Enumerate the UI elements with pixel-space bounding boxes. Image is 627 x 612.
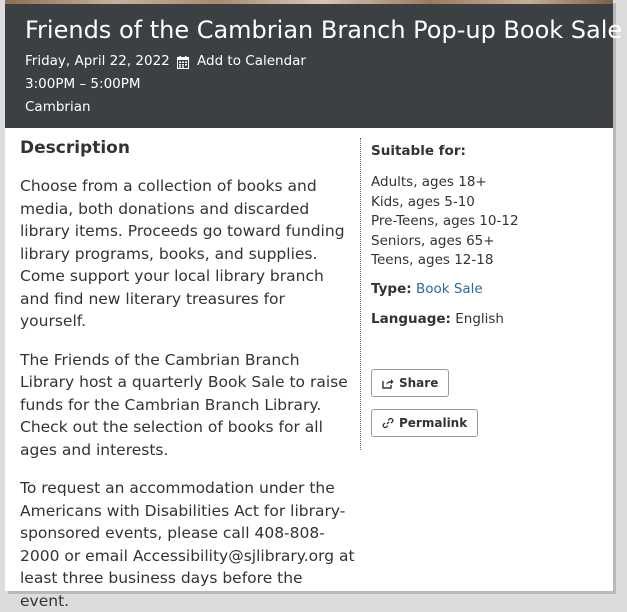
event-title: Friends of the Cambrian Branch Pop-up Bo… [25, 16, 623, 44]
add-to-calendar-link[interactable]: Add to Calendar [177, 51, 306, 71]
suitable-for-label: Suitable for: [371, 143, 466, 159]
share-button[interactable]: Share [371, 369, 450, 397]
event-date: Friday, April 22, 2022 [25, 53, 170, 69]
share-label: Share [399, 376, 439, 390]
audience-item: Kids, ages 5-10 [371, 193, 475, 210]
event-type: Type: Book Sale [371, 279, 601, 299]
description-section: Description Choose from a collection of … [20, 135, 355, 612]
description-heading: Description [20, 138, 130, 158]
event-location: Cambrian [25, 99, 91, 115]
link-icon [382, 417, 394, 429]
event-header: Friends of the Cambrian Branch Pop-up Bo… [5, 4, 622, 128]
type-label: Type: [371, 280, 412, 297]
event-language: Language: English [371, 309, 601, 329]
language-label: Language: [371, 310, 451, 327]
type-link[interactable]: Book Sale [416, 281, 483, 297]
column-divider [360, 138, 361, 450]
accommodation-paragraph: To request an accommodation under the Am… [20, 479, 355, 610]
event-details-sidebar: Suitable for: Adults, ages 18+ Kids, age… [371, 140, 601, 437]
event-card: Friends of the Cambrian Branch Pop-up Bo… [5, 0, 622, 610]
language-value: English [455, 310, 504, 327]
permalink-button[interactable]: Permalink [371, 409, 479, 437]
event-time: 3:00PM – 5:00PM [25, 76, 141, 92]
calendar-icon [177, 55, 189, 69]
add-to-calendar-label: Add to Calendar [197, 53, 306, 69]
description-paragraph: The Friends of the Cambrian Branch Libra… [20, 350, 348, 459]
audience-item: Pre-Teens, ages 10-12 [371, 213, 519, 229]
audience-item: Teens, ages 12-18 [371, 252, 494, 268]
description-paragraph: Choose from a collection of books and me… [20, 177, 345, 330]
audience-item: Adults, ages 18+ [371, 174, 487, 190]
audience-item: Seniors, ages 65+ [371, 232, 495, 249]
permalink-label: Permalink [399, 416, 468, 430]
audience-list: Adults, ages 18+ Kids, ages 5-10 Pre-Tee… [371, 173, 601, 271]
share-icon [382, 378, 394, 389]
